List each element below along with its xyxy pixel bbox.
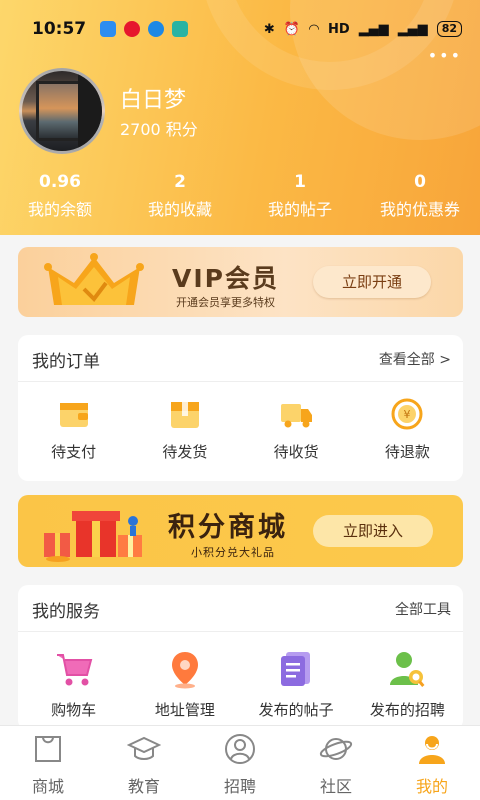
services-card: 我的服务 全部工具 购物车 地址管理 发布的帖子 发布的招聘 <box>18 585 463 730</box>
stat-label: 我的余额 <box>27 200 92 219</box>
bluetooth-icon: ✱ <box>263 21 275 37</box>
order-label: 待退款 <box>384 443 430 461</box>
divider <box>18 381 463 382</box>
services-title: 我的服务 <box>32 602 100 622</box>
battery-icon: 82 <box>436 21 462 37</box>
username[interactable]: 白日梦 <box>120 82 186 114</box>
stat-value: 2 <box>174 172 186 192</box>
recruit-icon <box>390 652 425 687</box>
stat-value: 0.96 <box>39 172 81 192</box>
stat-label: 我的收藏 <box>147 200 212 219</box>
refund-icon: ¥ <box>391 398 423 430</box>
points-balance[interactable]: 2700 积分 <box>120 116 198 140</box>
stat-label: 我的优惠券 <box>379 200 460 219</box>
order-label: 待支付 <box>51 443 97 461</box>
tab-mine[interactable]: 我的 <box>384 726 480 800</box>
avatar[interactable] <box>19 68 105 154</box>
service-my-recruitment[interactable]: 发布的招聘 <box>352 649 463 720</box>
service-my-posts[interactable]: 发布的帖子 <box>241 649 352 720</box>
chat-icon <box>172 21 189 37</box>
stat-posts[interactable]: 1 我的帖子 <box>240 172 360 220</box>
points-mall-banner[interactable]: 积分商城 小积分兑大礼品 立即进入 <box>18 495 463 567</box>
vip-title: VIP会员 <box>172 264 279 293</box>
order-label: 待发货 <box>162 443 208 461</box>
stat-favorites[interactable]: 2 我的收藏 <box>120 172 240 220</box>
bottom-tab-bar: 商城 教育 招聘 社区 我的 <box>0 725 480 800</box>
planet-icon <box>319 738 353 760</box>
order-label: 待收货 <box>273 443 319 461</box>
service-cart[interactable]: 购物车 <box>18 649 129 720</box>
tab-label: 教育 <box>127 777 160 796</box>
view-all-orders-link[interactable]: 查看全部 > <box>379 349 451 369</box>
notification-icons <box>100 21 189 37</box>
all-tools-link[interactable]: 全部工具 <box>395 599 451 619</box>
hd-label: HD <box>328 21 350 37</box>
status-time: 10:57 <box>32 19 87 39</box>
more-options-icon[interactable]: ••• <box>428 46 462 65</box>
order-pending-payment[interactable]: 待支付 <box>18 397 129 462</box>
stat-balance[interactable]: 0.96 我的余额 <box>0 172 120 220</box>
divider <box>18 631 463 632</box>
weibo-icon <box>124 21 141 37</box>
orders-title: 我的订单 <box>32 352 100 372</box>
shop-bag-icon <box>35 736 61 762</box>
status-bar: 10:57 ✱ ⏰ ◠ HD ▂▄▆ ▂▄▆ 82 <box>0 0 480 58</box>
mall-title: 积分商城 <box>168 512 288 543</box>
signal-icon-2: ▂▄▆ <box>397 21 428 37</box>
service-label: 发布的招聘 <box>369 701 445 719</box>
order-pending-refund[interactable]: ¥ 待退款 <box>352 397 463 462</box>
stat-label: 我的帖子 <box>267 200 332 219</box>
graduation-cap-icon <box>126 736 162 760</box>
person-circle-icon <box>225 734 255 764</box>
alarm-icon: ⏰ <box>283 21 301 37</box>
gift-boxes-icon <box>44 511 142 562</box>
service-address[interactable]: 地址管理 <box>129 649 240 720</box>
post-icon <box>281 652 311 686</box>
service-label: 发布的帖子 <box>258 701 334 719</box>
wallet-icon <box>59 403 88 427</box>
wifi-icon: ◠ <box>309 21 320 37</box>
truck-icon <box>281 404 313 428</box>
tab-label: 招聘 <box>223 777 256 796</box>
package-icon <box>170 402 199 428</box>
tab-recruitment[interactable]: 招聘 <box>192 726 288 800</box>
order-pending-shipment[interactable]: 待发货 <box>129 397 240 462</box>
vip-activate-button[interactable]: 立即开通 <box>313 266 431 298</box>
mall-subtitle: 小积分兑大礼品 <box>191 546 275 559</box>
tab-education[interactable]: 教育 <box>96 726 192 800</box>
stat-value: 1 <box>294 172 306 192</box>
vip-banner[interactable]: VIP会员 开通会员享更多特权 立即开通 <box>18 247 463 317</box>
tab-label: 商城 <box>31 777 64 796</box>
orders-card: 我的订单 查看全部 > 待支付 待发货 待收货 ¥ 待退款 <box>18 335 463 481</box>
tab-mall[interactable]: 商城 <box>0 726 96 800</box>
order-pending-receipt[interactable]: 待收货 <box>241 397 352 462</box>
location-icon <box>171 652 198 689</box>
mall-enter-button[interactable]: 立即进入 <box>313 515 433 547</box>
service-label: 购物车 <box>51 701 97 719</box>
stat-value: 0 <box>414 172 426 192</box>
signal-icon: ▂▄▆ <box>358 21 389 37</box>
cart-icon <box>56 654 92 686</box>
tab-label: 我的 <box>415 777 448 796</box>
tab-community[interactable]: 社区 <box>288 726 384 800</box>
crown-icon <box>44 253 144 305</box>
send-icon <box>100 21 117 37</box>
vip-subtitle: 开通会员享更多特权 <box>176 296 275 309</box>
stat-coupons[interactable]: 0 我的优惠券 <box>360 172 480 220</box>
service-label: 地址管理 <box>154 701 215 719</box>
svg-text:¥: ¥ <box>404 408 411 421</box>
user-icon <box>419 736 445 764</box>
stats-row: 0.96 我的余额 2 我的收藏 1 我的帖子 0 我的优惠券 <box>0 172 480 220</box>
browser-icon <box>148 21 165 37</box>
tab-label: 社区 <box>319 777 352 796</box>
